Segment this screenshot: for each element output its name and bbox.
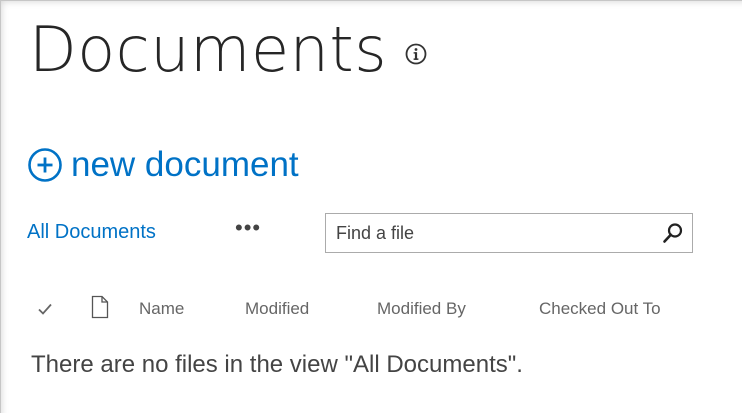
page-title: Documents [29, 13, 388, 86]
view-link-all-documents[interactable]: All Documents [27, 221, 156, 244]
column-header-modified[interactable]: Modified [245, 299, 309, 319]
new-document-button[interactable]: new document [27, 143, 299, 187]
search-icon[interactable] [662, 222, 684, 244]
new-document-label: new document [71, 145, 299, 184]
info-icon[interactable] [405, 43, 427, 65]
content-frame: Documents new document All Documents ••• [0, 0, 742, 413]
column-header-modified-by[interactable]: Modified By [377, 299, 466, 319]
search-input[interactable] [326, 214, 646, 252]
page-title-row: Documents [29, 11, 427, 89]
column-headers: Name Modified Modified By Checked Out To [37, 295, 727, 327]
more-options-button[interactable]: ••• [235, 215, 261, 241]
empty-view-message: There are no files in the view "All Docu… [31, 351, 523, 378]
document-icon [91, 295, 109, 319]
column-header-name[interactable]: Name [139, 299, 184, 319]
add-circle-icon [28, 148, 62, 182]
view-toolbar: All Documents ••• [27, 213, 727, 257]
checkmark-icon[interactable] [37, 301, 53, 317]
search-box [325, 213, 693, 253]
column-header-checked-out-to[interactable]: Checked Out To [539, 299, 661, 319]
